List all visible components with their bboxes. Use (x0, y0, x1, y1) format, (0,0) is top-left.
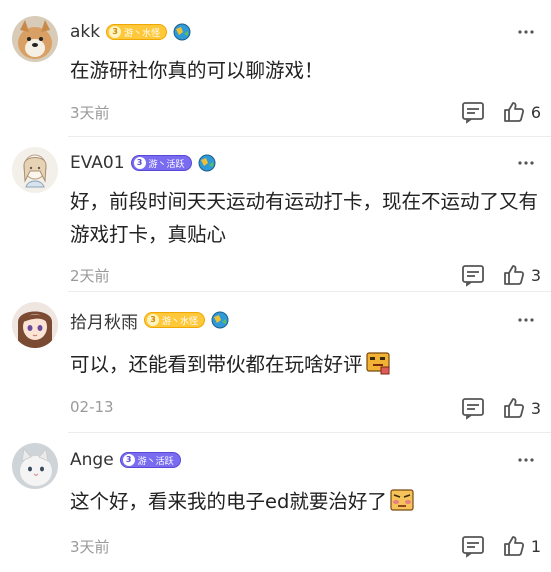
reply-icon[interactable] (461, 534, 485, 558)
game-globe-icon[interactable] (173, 23, 191, 41)
comment-item: EVA01 3 游丶活跃 好，前段时间天天运动有运动打卡，现在不运动了又有游戏打卡… (0, 137, 551, 291)
level-badge[interactable]: 3 游丶水怪 (106, 24, 168, 40)
comment-item: 拾月秋雨 3 游丶水怪 可以，还能看到带伙都在玩啥好评 02-13 3 (0, 292, 551, 432)
comment-item: akk 3 游丶水怪 在游研社你真的可以聊游戏！ 3天前 6 (0, 0, 551, 136)
like-count: 1 (530, 536, 541, 556)
more-options-icon[interactable] (515, 22, 537, 42)
comment-footer: 02-13 3 (70, 396, 541, 420)
comment-text: 好，前段时间天天运动有运动打卡，现在不运动了又有游戏打卡，真贴心 (70, 185, 541, 251)
like-count: 3 (530, 398, 541, 418)
comment-text: 在游研社你真的可以聊游戏！ (70, 54, 541, 87)
comment-footer: 2天前 3 (70, 263, 541, 287)
more-options-icon[interactable] (515, 310, 537, 330)
comment-text-content: 这个好，看来我的电子ed就要治好了 (70, 490, 387, 513)
level-badge[interactable]: 3 游丶水怪 (144, 312, 206, 328)
thumbs-up-icon (503, 265, 524, 285)
more-options-icon[interactable] (515, 450, 537, 470)
thumbs-up-sticker-icon (365, 351, 391, 375)
comment-item: Ange 3 游丶活跃 这个好，看来我的电子ed就要治好了 3天前 1 (0, 433, 551, 572)
badge-label: 游丶水怪 (162, 316, 199, 327)
like-button[interactable]: 3 (503, 263, 541, 287)
badge-level: 3 (133, 157, 146, 169)
thumbs-up-icon (503, 536, 524, 556)
like-count: 3 (530, 265, 541, 285)
like-button[interactable]: 6 (503, 100, 541, 124)
comment-footer: 3天前 6 (70, 100, 541, 124)
reply-icon[interactable] (461, 100, 485, 124)
username[interactable]: EVA01 (70, 153, 125, 173)
comment-header: akk 3 游丶水怪 (70, 20, 191, 44)
comment-header: Ange 3 游丶活跃 (70, 448, 181, 472)
badge-level: 3 (109, 26, 122, 38)
avatar[interactable] (12, 16, 58, 62)
avatar[interactable] (12, 443, 58, 489)
avatar[interactable] (12, 302, 58, 348)
game-globe-icon[interactable] (211, 311, 229, 329)
comment-time: 2天前 (70, 267, 110, 285)
comment-time: 3天前 (70, 538, 110, 556)
like-button[interactable]: 3 (503, 396, 541, 420)
badge-level: 3 (122, 454, 135, 466)
game-globe-icon[interactable] (198, 154, 216, 172)
comment-text-content: 可以，还能看到带伙都在玩啥好评 (70, 353, 363, 376)
badge-level: 3 (147, 314, 159, 326)
thumbs-up-icon (503, 398, 524, 418)
comment-text-content: 在游研社你真的可以聊游戏！ (70, 59, 324, 82)
comment-footer: 3天前 1 (70, 534, 541, 558)
comment-time: 3天前 (70, 104, 110, 122)
comment-text: 这个好，看来我的电子ed就要治好了 (70, 485, 541, 518)
comment-header: 拾月秋雨 3 游丶水怪 (70, 308, 229, 333)
badge-label: 游丶水怪 (124, 28, 161, 39)
comment-time: 02-13 (70, 398, 114, 416)
level-badge[interactable]: 3 游丶活跃 (130, 155, 192, 171)
badge-label: 游丶活跃 (148, 159, 185, 170)
comment-text-content: 好，前段时间天天运动有运动打卡，现在不运动了又有游戏打卡，真贴心 (70, 190, 539, 246)
username[interactable]: 拾月秋雨 (70, 308, 138, 333)
comment-header: EVA01 3 游丶活跃 (70, 151, 216, 175)
thumbs-up-icon (503, 102, 524, 122)
username[interactable]: akk (70, 22, 100, 42)
shy-face-sticker-icon (389, 488, 415, 512)
badge-label: 游丶活跃 (137, 456, 174, 467)
reply-icon[interactable] (461, 263, 485, 287)
like-button[interactable]: 1 (503, 534, 541, 558)
more-options-icon[interactable] (515, 153, 537, 173)
like-count: 6 (530, 102, 541, 122)
avatar[interactable] (12, 147, 58, 193)
comment-text: 可以，还能看到带伙都在玩啥好评 (70, 348, 541, 381)
level-badge[interactable]: 3 游丶活跃 (119, 452, 181, 468)
reply-icon[interactable] (461, 396, 485, 420)
username[interactable]: Ange (70, 450, 114, 470)
